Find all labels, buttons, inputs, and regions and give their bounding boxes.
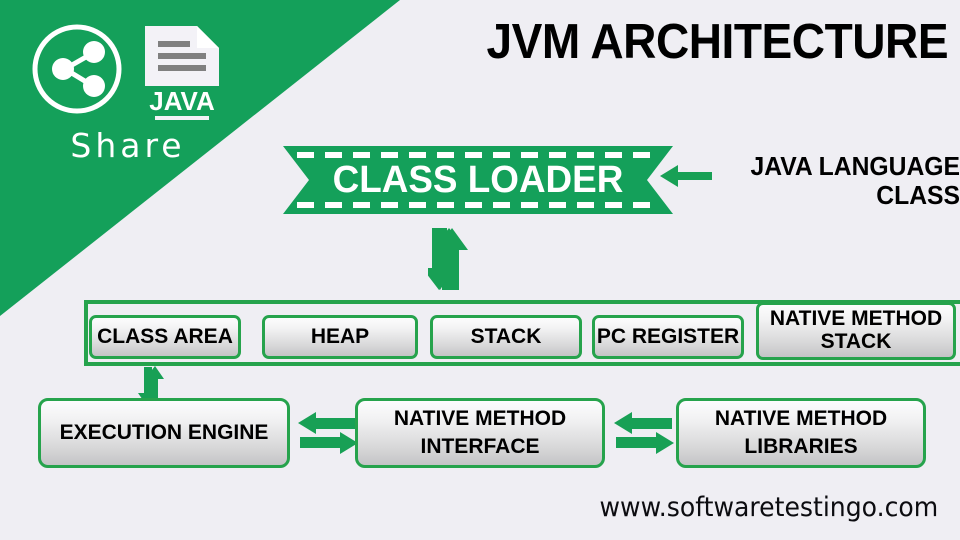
execution-engine-box[interactable]: EXECUTION ENGINE [38,398,290,468]
double-arrow-vertical-icon [423,228,468,290]
footer-website-url: www.softwaretestingo.com [599,492,938,523]
callout-line-2: CLASS [876,180,960,210]
memory-box-heap[interactable]: HEAP [262,315,418,359]
double-arrow-horizontal-icon [298,412,358,454]
double-arrow-horizontal-icon-2 [614,412,674,454]
java-language-class-callout: JAVA LANGUAGE CLASS [660,152,960,218]
class-loader-label: CLASS LOADER [332,158,624,201]
java-file-icon: JAVA [141,24,223,127]
svg-text:JAVA: JAVA [149,86,215,116]
class-loader-banner: CLASS LOADER [283,146,673,214]
memory-box-stack[interactable]: STACK [430,315,582,359]
memory-box-pc-register[interactable]: PC REGISTER [592,315,744,359]
native-method-libraries-box[interactable]: NATIVE METHOD LIBRARIES [676,398,926,468]
native-method-interface-box[interactable]: NATIVE METHOD INTERFACE [355,398,605,468]
memory-box-class-area[interactable]: CLASS AREA [89,315,241,359]
callout-line-1: JAVA LANGUAGE [750,151,960,181]
callout-text: JAVA LANGUAGE CLASS [728,152,960,210]
brand-block: JAVA Share [18,12,238,172]
memory-box-native-method-stack[interactable]: NATIVE METHOD STACK [756,302,956,360]
jvm-architecture-infographic: JAVA Share JVM ARCHITECTURE CLASS LOADER [0,0,960,540]
arrow-left-icon [660,164,712,188]
share-nodes-icon [30,22,124,116]
page-title: JVM ARCHITECTURE [486,15,948,69]
share-label: Share [70,126,186,165]
